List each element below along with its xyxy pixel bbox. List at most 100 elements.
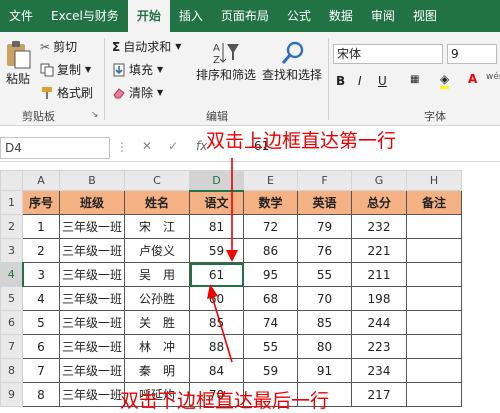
header-cell[interactable]: 备注 [406, 190, 462, 215]
italic-button[interactable]: I [358, 74, 362, 88]
font-name-select[interactable]: 宋体 [333, 44, 443, 64]
table-cell[interactable]: 84 [189, 358, 244, 383]
table-cell[interactable]: 林 冲 [124, 334, 190, 359]
table-cell[interactable]: 72 [243, 214, 298, 239]
fill-button[interactable]: 填充 ▼ [112, 61, 163, 78]
table-cell[interactable]: 5 [22, 310, 60, 335]
table-cell[interactable]: 217 [351, 382, 407, 407]
table-cell[interactable]: 三年级一班 [59, 358, 125, 383]
table-cell[interactable]: 三年级一班 [59, 286, 125, 311]
name-box[interactable]: D4 [0, 137, 110, 159]
row-header[interactable]: 4 [0, 262, 24, 287]
column-header-f[interactable]: F [297, 170, 352, 191]
tab-8[interactable]: 视图 [404, 0, 446, 32]
bold-button[interactable]: B [336, 74, 345, 88]
column-header-d[interactable]: D [189, 170, 244, 192]
table-cell[interactable]: 68 [243, 286, 298, 311]
table-cell[interactable]: 7 [22, 358, 60, 383]
table-cell[interactable] [406, 334, 462, 359]
table-cell[interactable]: 85 [189, 310, 244, 335]
tab-6[interactable]: 数据 [320, 0, 362, 32]
table-cell[interactable] [406, 286, 462, 311]
table-cell[interactable]: 三年级一班 [59, 238, 125, 263]
tab-7[interactable]: 审阅 [362, 0, 404, 32]
table-cell[interactable]: 61 [189, 262, 244, 287]
row-header[interactable]: 3 [0, 238, 23, 263]
table-cell[interactable]: 86 [243, 238, 298, 263]
table-cell[interactable]: 60 [189, 286, 244, 311]
border-button[interactable]: ▦ [410, 74, 419, 85]
table-cell[interactable]: 223 [351, 334, 407, 359]
row-header[interactable]: 6 [0, 310, 23, 335]
find-select-button[interactable]: 查找和选择 [262, 40, 322, 83]
table-cell[interactable]: 88 [189, 334, 244, 359]
tab-4[interactable]: 页面布局 [212, 0, 278, 32]
header-cell[interactable]: 语文 [189, 190, 244, 215]
row-header[interactable]: 5 [0, 286, 23, 311]
cut-button[interactable]: ✂ 剪切 [40, 38, 77, 55]
table-cell[interactable]: 95 [243, 262, 298, 287]
table-cell[interactable]: 8 [22, 382, 60, 407]
table-cell[interactable] [406, 310, 462, 335]
table-cell[interactable]: 91 [297, 358, 352, 383]
header-cell[interactable]: 总分 [351, 190, 407, 215]
tab-1[interactable]: Excel与财务 [42, 0, 128, 32]
table-cell[interactable]: 211 [351, 262, 407, 287]
column-header-a[interactable]: A [22, 170, 60, 191]
header-cell[interactable]: 姓名 [124, 190, 190, 215]
header-cell[interactable]: 序号 [22, 190, 60, 215]
table-cell[interactable]: 55 [243, 334, 298, 359]
table-cell[interactable]: 关 胜 [124, 310, 190, 335]
table-cell[interactable]: 吴 用 [124, 262, 190, 287]
phonetic-button[interactable]: wén [486, 72, 500, 82]
autosum-button[interactable]: Σ 自动求和 ▼ [112, 38, 181, 55]
row-header[interactable]: 2 [0, 214, 23, 239]
header-cell[interactable]: 数学 [243, 190, 298, 215]
paste-button[interactable]: 粘贴 [4, 40, 32, 87]
column-header-c[interactable]: C [124, 170, 190, 191]
table-cell[interactable]: 三年级一班 [59, 382, 125, 407]
table-cell[interactable]: 三年级一班 [59, 310, 125, 335]
table-cell[interactable]: 76 [297, 238, 352, 263]
table-cell[interactable]: 59 [243, 358, 298, 383]
table-cell[interactable]: 三年级一班 [59, 334, 125, 359]
table-cell[interactable]: 70 [297, 286, 352, 311]
table-cell[interactable]: 3 [22, 262, 60, 287]
column-header-g[interactable]: G [351, 170, 407, 191]
table-cell[interactable]: 4 [22, 286, 60, 311]
table-cell[interactable] [406, 238, 462, 263]
table-cell[interactable]: 2 [22, 238, 60, 263]
sort-filter-button[interactable]: AZ 排序和筛选 [196, 40, 256, 83]
confirm-icon[interactable]: ✓ [168, 139, 178, 153]
font-size-select[interactable]: 9 [447, 44, 497, 64]
column-header-h[interactable]: H [406, 170, 462, 191]
dialog-launcher-icon[interactable]: ↘ [91, 110, 99, 120]
underline-button[interactable]: U [378, 74, 387, 88]
select-all-corner[interactable] [0, 170, 23, 191]
table-cell[interactable]: 6 [22, 334, 60, 359]
table-cell[interactable]: 74 [243, 310, 298, 335]
tab-5[interactable]: 公式 [278, 0, 320, 32]
table-cell[interactable]: 80 [297, 334, 352, 359]
table-cell[interactable] [406, 262, 462, 287]
table-cell[interactable]: 221 [351, 238, 407, 263]
table-cell[interactable] [406, 358, 462, 383]
font-color-button[interactable]: A [468, 72, 477, 86]
format-painter-button[interactable]: 格式刷 [40, 84, 93, 101]
row-header[interactable]: 9 [0, 382, 23, 407]
column-header-e[interactable]: E [243, 170, 298, 191]
column-header-b[interactable]: B [59, 170, 125, 191]
table-cell[interactable]: 85 [297, 310, 352, 335]
table-cell[interactable]: 公孙胜 [124, 286, 190, 311]
table-cell[interactable]: 55 [297, 262, 352, 287]
table-cell[interactable]: 三年级一班 [59, 262, 125, 287]
copy-button[interactable]: 复制 ▼ [40, 61, 91, 78]
cancel-icon[interactable]: ✕ [142, 139, 152, 153]
table-cell[interactable]: 59 [189, 238, 244, 263]
tab-3[interactable]: 插入 [170, 0, 212, 32]
table-cell[interactable]: 244 [351, 310, 407, 335]
row-header[interactable]: 1 [0, 190, 23, 215]
table-cell[interactable]: 1 [22, 214, 60, 239]
table-cell[interactable]: 198 [351, 286, 407, 311]
table-cell[interactable]: 秦 明 [124, 358, 190, 383]
